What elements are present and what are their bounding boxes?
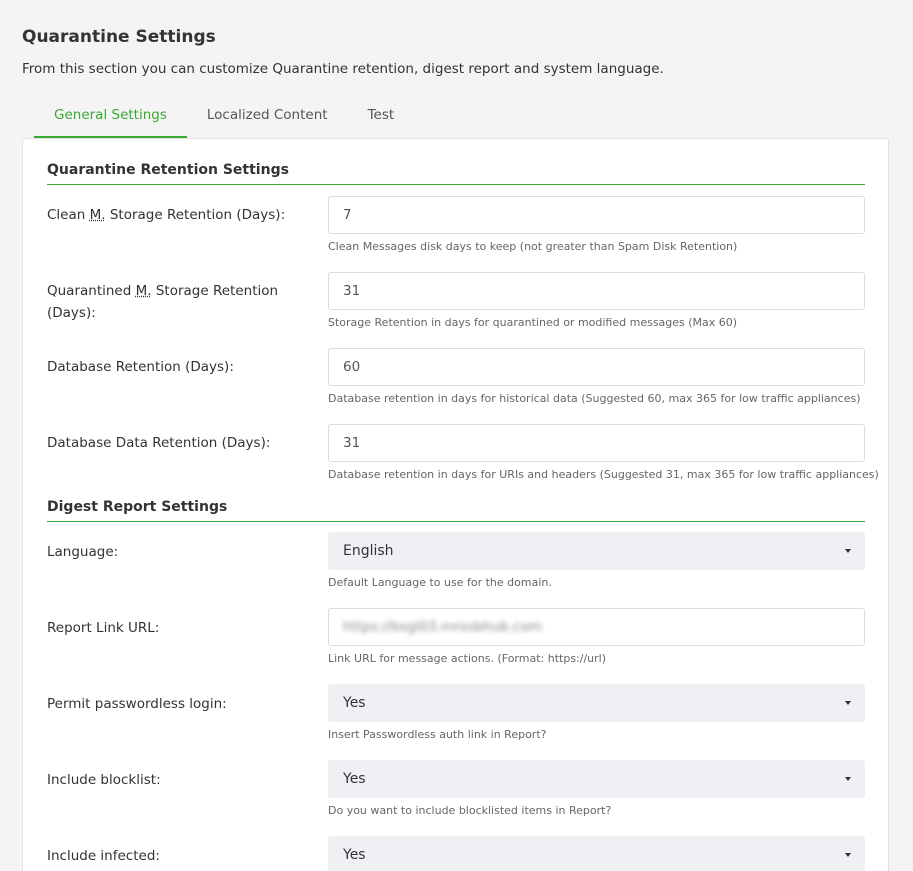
- language-select[interactable]: English: [328, 532, 865, 570]
- blocklist-label: Include blocklist:: [47, 772, 161, 788]
- digest-section-title: Digest Report Settings: [47, 499, 865, 522]
- infected-value: Yes: [343, 847, 366, 863]
- report-link-input[interactable]: https://bsgl03.mrosbhub.com: [328, 608, 865, 646]
- page-description: From this section you can customize Quar…: [22, 61, 664, 77]
- clean-retention-value: 7: [343, 207, 352, 223]
- database-data-retention-label: Database Data Retention (Days):: [47, 435, 271, 451]
- language-help: Default Language to use for the domain.: [328, 576, 552, 589]
- database-retention-value: 60: [343, 359, 361, 375]
- clean-retention-label: Clean M. Storage Retention (Days):: [47, 204, 287, 226]
- chevron-down-icon: [845, 853, 851, 857]
- chevron-down-icon: [845, 701, 851, 705]
- quarantined-retention-help: Storage Retention in days for quarantine…: [328, 316, 738, 329]
- passwordless-label: Permit passwordless login:: [47, 696, 227, 712]
- blocklist-help: Do you want to include blocklisted items…: [328, 804, 612, 817]
- clean-retention-label-pre: Clean: [47, 207, 90, 223]
- page-title: Quarantine Settings: [22, 27, 216, 47]
- tab-bar: General Settings Localized Content Test: [34, 100, 414, 138]
- language-label: Language:: [47, 544, 119, 560]
- chevron-down-icon: [845, 549, 851, 553]
- database-retention-label: Database Retention (Days):: [47, 359, 234, 375]
- database-retention-help: Database retention in days for historica…: [328, 392, 861, 405]
- database-data-retention-help: Database retention in days for URIs and …: [328, 468, 879, 481]
- infected-label: Include infected:: [47, 848, 160, 864]
- infected-select[interactable]: Yes: [328, 836, 865, 871]
- clean-retention-input[interactable]: 7: [328, 196, 865, 234]
- chevron-down-icon: [845, 777, 851, 781]
- passwordless-value: Yes: [343, 695, 366, 711]
- report-link-value: https://bsgl03.mrosbhub.com: [343, 619, 542, 635]
- passwordless-help: Insert Passwordless auth link in Report?: [328, 728, 547, 741]
- database-retention-input[interactable]: 60: [328, 348, 865, 386]
- quarantined-retention-label: Quarantined M. Storage Retention (Days):: [47, 280, 287, 324]
- database-data-retention-value: 31: [343, 435, 361, 451]
- quarantined-retention-label-abbr: M.: [135, 283, 152, 299]
- quarantined-retention-input[interactable]: 31: [328, 272, 865, 310]
- clean-retention-label-post: Storage Retention (Days):: [105, 207, 286, 223]
- quarantined-retention-value: 31: [343, 283, 361, 299]
- blocklist-value: Yes: [343, 771, 366, 787]
- quarantined-retention-label-pre: Quarantined: [47, 283, 136, 299]
- settings-card: Quarantine Retention Settings Clean M. S…: [22, 138, 889, 871]
- clean-retention-help: Clean Messages disk days to keep (not gr…: [328, 240, 738, 253]
- tab-localized-content[interactable]: Localized Content: [187, 100, 348, 138]
- database-data-retention-input[interactable]: 31: [328, 424, 865, 462]
- blocklist-select[interactable]: Yes: [328, 760, 865, 798]
- retention-section-title: Quarantine Retention Settings: [47, 162, 865, 185]
- quarantine-settings-page: Quarantine Settings From this section yo…: [0, 0, 913, 871]
- passwordless-select[interactable]: Yes: [328, 684, 865, 722]
- clean-retention-label-abbr: M.: [89, 207, 106, 223]
- report-link-help: Link URL for message actions. (Format: h…: [328, 652, 607, 665]
- report-link-label: Report Link URL:: [47, 620, 160, 636]
- tab-test[interactable]: Test: [348, 100, 415, 138]
- tab-general-settings[interactable]: General Settings: [34, 100, 187, 138]
- language-value: English: [343, 543, 394, 559]
